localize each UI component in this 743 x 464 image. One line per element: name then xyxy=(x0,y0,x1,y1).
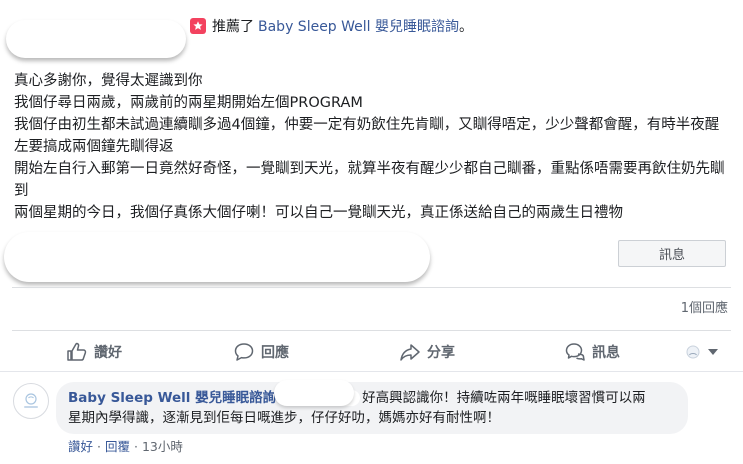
post-line: 真心多謝你，覺得太遲識到你 xyxy=(14,73,203,89)
redacted-name-top xyxy=(6,20,186,58)
messenger-icon xyxy=(565,343,585,361)
audience-selector[interactable] xyxy=(686,345,718,359)
post-line: 兩個星期的今日，我個仔真係大個仔喇！可以自己一覺瞓天光，真正係送給自己的兩歲生日… xyxy=(14,205,623,221)
redacted-attachment xyxy=(4,232,430,282)
share-button[interactable]: 分享 xyxy=(399,342,455,362)
comment-bubble-icon xyxy=(234,343,254,361)
recommendation-header: 推薦了 Baby Sleep Well 嬰兒睡眠諮詢 。 xyxy=(190,14,473,38)
comment-text-line2: 星期內學得識，逐漸見到佢每日嘅進步，仔仔好叻，媽媽亦好有耐性啊！ xyxy=(68,410,500,426)
comment-author[interactable]: Baby Sleep Well 嬰兒睡眠諮詢 xyxy=(68,390,276,406)
meta-separator: · xyxy=(133,439,138,454)
send-message-button[interactable]: 訊息 xyxy=(564,342,620,362)
comment-reply-link[interactable]: 回覆 xyxy=(105,439,130,454)
share-label: 分享 xyxy=(427,345,455,361)
reply-count[interactable]: 1個回應 xyxy=(681,297,728,316)
comment-like-link[interactable]: 讚好 xyxy=(68,439,93,454)
post-line: 我個仔由初生都未試過連續瞓多過4個鐘，仲要一定有奶飲住先肯瞓，又瞓得唔定，少少聲… xyxy=(14,117,720,155)
page-name-link[interactable]: Baby Sleep Well 嬰兒睡眠諮詢 xyxy=(258,16,459,36)
header-suffix: 。 xyxy=(459,19,474,35)
comment-timestamp[interactable]: 13小時 xyxy=(142,439,183,454)
post-line: 開始左自行入郵第一日竟然好奇怪，一覺瞓到天光，就算半夜有醒少少都自己瞓番，重點係… xyxy=(14,161,725,199)
page-logo-icon xyxy=(24,393,38,408)
like-label: 讚好 xyxy=(94,345,122,361)
message-button[interactable]: 訊息 xyxy=(618,240,726,267)
divider-top xyxy=(12,287,731,288)
divider-actions xyxy=(12,330,731,331)
thumbs-up-icon xyxy=(67,342,87,361)
comment-label: 回應 xyxy=(261,345,289,361)
recommend-action-text: 推薦了 xyxy=(212,19,254,35)
redacted-mention-blob xyxy=(274,380,354,406)
divider-comments xyxy=(0,371,743,372)
comment-button[interactable]: 回應 xyxy=(233,342,289,362)
avatar-small-icon xyxy=(686,345,700,359)
meta-separator: · xyxy=(97,439,101,454)
action-bar: 讚好 回應 分享 訊息 xyxy=(0,336,743,368)
send-message-label: 訊息 xyxy=(592,345,620,361)
like-button[interactable]: 讚好 xyxy=(66,342,122,362)
share-arrow-icon xyxy=(400,344,420,361)
post-line: 我個仔尋日兩歲，兩歲前的兩星期開始左個PROGRAM xyxy=(14,95,363,111)
post-body: 真心多謝你，覺得太遲識到你 我個仔尋日兩歲，兩歲前的兩星期開始左個PROGRAM… xyxy=(14,70,730,224)
chevron-down-icon xyxy=(708,349,718,355)
comment-text-line1: 好高興認識你！持續咗兩年嘅睡眠壞習慣可以兩 xyxy=(362,390,646,406)
comment-content: Baby Sleep Well 嬰兒睡眠諮詢 好高興認識你！持續咗兩年嘅睡眠壞習慣… xyxy=(68,388,682,428)
page-avatar[interactable] xyxy=(13,383,49,419)
recommend-flag-icon xyxy=(190,18,206,34)
comment-meta: 讚好 · 回覆 · 13小時 xyxy=(68,436,183,455)
